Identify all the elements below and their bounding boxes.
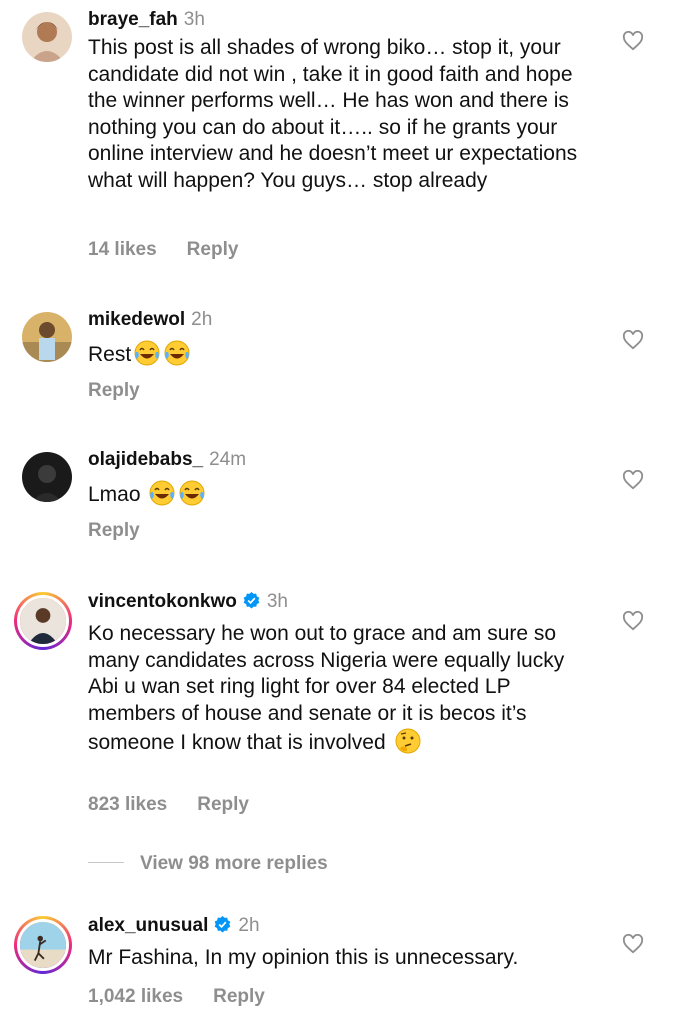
timestamp: 2h [191,309,213,330]
comment-text-content: Rest [88,343,132,366]
reply-button[interactable]: Reply [197,794,249,815]
avatar[interactable] [22,312,72,362]
username[interactable]: mikedewol [88,309,185,330]
comment-actions: 1,042 likes Reply [88,985,295,1009]
reply-button[interactable]: Reply [88,520,140,541]
timestamp: 3h [266,591,288,612]
username[interactable]: alex_unusual [88,915,208,936]
face-with-tears-of-joy-icon [134,340,160,366]
likes-count[interactable]: 14 likes [88,239,157,260]
verified-badge-icon [243,591,260,609]
avatar[interactable] [22,12,72,62]
comment-header: alex_unusual 2h [88,914,260,938]
story-ring [17,595,69,647]
heart-icon[interactable] [622,31,644,51]
thinking-face-icon [395,728,421,754]
likes-count[interactable]: 823 likes [88,794,167,815]
comment-actions: 823 likes Reply [88,793,279,817]
face-with-tears-of-joy-icon [149,480,175,506]
comment-text: This post is all shades of wrong biko… s… [88,36,578,192]
divider-line [88,862,124,863]
heart-icon[interactable] [622,470,644,490]
heart-icon[interactable] [622,611,644,631]
avatar[interactable] [22,452,72,502]
view-more-replies-button[interactable]: View 98 more replies [88,852,328,876]
comment-header: braye_fah 3h [88,8,205,32]
face-with-tears-of-joy-icon [164,340,190,366]
reply-button[interactable]: Reply [88,380,140,401]
comment-actions: Reply [88,519,170,543]
likes-count[interactable]: 1,042 likes [88,986,183,1007]
story-ring [17,919,69,971]
comment-actions: 14 likes Reply [88,238,268,262]
heart-icon[interactable] [622,934,644,954]
reply-button[interactable]: Reply [213,986,265,1007]
timestamp: 24m [209,449,247,470]
comment-header: olajidebabs_ 24m [88,448,246,472]
comment-header: mikedewol 2h [88,308,212,332]
timestamp: 3h [183,9,205,30]
reply-button[interactable]: Reply [187,239,239,260]
comment-header: vincentokonkwo 3h [88,590,288,614]
avatar[interactable] [14,916,72,974]
timestamp: 2h [238,915,260,936]
comment-text-content: Lmao [88,483,141,506]
comment-text: Mr Fashina, In my opinion this is unnece… [88,946,519,969]
view-more-label: View 98 more replies [140,853,328,874]
comment-text: Lmao [88,479,598,509]
face-with-tears-of-joy-icon [179,480,205,506]
username[interactable]: braye_fah [88,9,178,30]
comment-text: Ko necessary he won out to grace and am … [88,621,598,757]
verified-badge-icon [215,915,231,933]
heart-icon[interactable] [622,330,644,350]
comment-text-content: Ko necessary he won out to grace and am … [88,622,565,754]
username[interactable]: olajidebabs_ [88,449,203,470]
username[interactable]: vincentokonkwo [88,591,237,612]
comment-text: Rest [88,339,598,369]
comment-actions: Reply [88,379,170,403]
avatar[interactable] [14,592,72,650]
